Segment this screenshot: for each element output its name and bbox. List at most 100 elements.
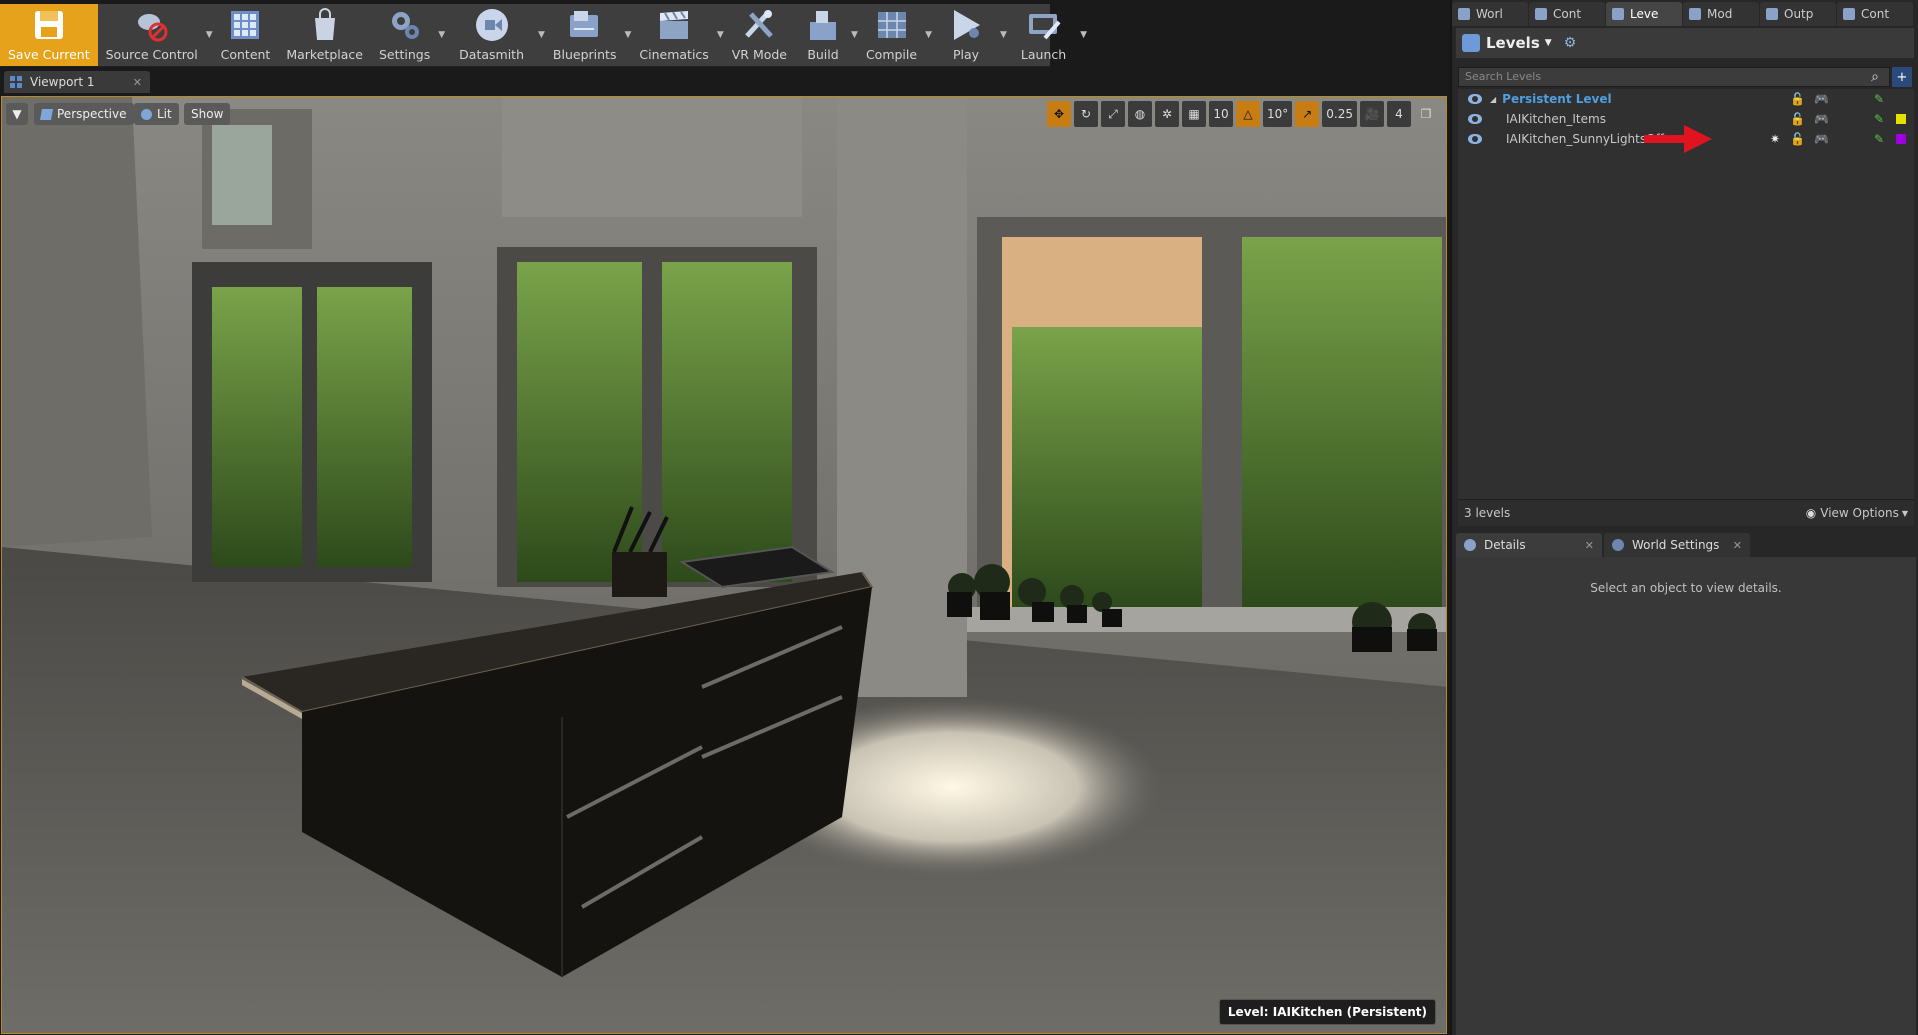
source-control-dropdown[interactable]: ▼ [206,4,213,66]
levels-footer: 3 levels ◉ View Options ▼ [1458,499,1914,526]
source-control-button[interactable]: Source Control [98,4,206,66]
viewport-grid-icon [10,76,22,88]
right-panel: Worl Cont Leve Mod Outp Cont Levels ▼ ⚙ … [1452,0,1918,1035]
chevron-down-icon: ▼ [1901,508,1908,518]
play-button[interactable]: Play [932,4,1000,66]
grid-snap-icon[interactable]: ▦ [1182,101,1206,127]
kitchen-scene-render [2,97,1446,1033]
modes-icon [1689,8,1701,20]
maximize-viewport-icon[interactable]: ❐ [1414,101,1438,127]
viewport-tab-label: Viewport 1 [30,75,95,89]
level-viewport[interactable]: ▼ Perspective Lit Show ✥ ↻ ⤢ ◍ ✲ ▦ 10 △ … [1,96,1447,1034]
scale-snap-icon[interactable]: ↗ [1295,101,1320,127]
gamepad-icon[interactable]: 🎮 [1814,132,1829,146]
unlock-icon[interactable]: 🔓 [1790,112,1805,126]
world-outliner-icon [1458,8,1470,20]
world-local-icon[interactable]: ◍ [1128,101,1152,127]
show-button[interactable]: Show [184,103,231,125]
vr-mode-button[interactable]: VR Mode [724,4,795,66]
level-name: Persistent Level [1502,92,1612,106]
level-color-swatch[interactable] [1896,114,1906,124]
clapperboard-icon [654,6,694,44]
pencil-icon[interactable]: ✎ [1874,112,1884,126]
compile-button[interactable]: Compile [858,4,925,66]
cinematics-label: Cinematics [639,47,709,62]
rotation-snap-value[interactable]: 10° [1263,101,1293,127]
translate-icon[interactable]: ✥ [1047,101,1071,127]
unlock-icon[interactable]: 🔓 [1790,92,1805,106]
visibility-eye-icon[interactable] [1468,94,1482,104]
level-color-swatch[interactable] [1896,134,1906,144]
cinematics-dropdown[interactable]: ▼ [717,4,724,66]
lit-button[interactable]: Lit [134,103,179,125]
current-level-label: Level: IAIKitchen (Persistent) [1218,999,1436,1025]
content-button[interactable]: Content [213,4,279,66]
gamepad-icon[interactable]: 🎮 [1814,92,1829,106]
camera-speed-icon[interactable]: 🎥 [1360,101,1384,127]
launch-button[interactable]: Launch [1007,4,1080,66]
expand-arrow-icon[interactable]: ◢ [1490,95,1496,104]
rotation-snap-icon[interactable]: △ [1236,101,1260,127]
unlock-icon[interactable]: 🔓 [1790,132,1805,146]
level-row-persistent[interactable]: ◢ Persistent Level 🔓 🎮 ✎ [1458,89,1914,109]
datasmith-dropdown[interactable]: ▼ [538,4,545,66]
settings-dropdown[interactable]: ▼ [438,4,445,66]
close-icon[interactable]: ✕ [1585,539,1594,552]
level-name: IAIKitchen_SunnyLightsOff [1506,132,1664,146]
blueprints-dropdown[interactable]: ▼ [624,4,631,66]
tab-content-browser[interactable]: Cont [1529,2,1605,26]
levels-icon [1462,34,1480,52]
lighting-scenario-icon[interactable]: ✷ [1770,132,1780,146]
source-control-label: Source Control [105,47,198,62]
launch-dropdown[interactable]: ▼ [1080,4,1087,66]
level-row-sunny-lights-off[interactable]: IAIKitchen_SunnyLightsOff ✷ 🔓 🎮 ✎ [1458,125,1914,153]
save-current-button[interactable]: Save Current [0,4,98,66]
save-disk-icon [29,6,69,44]
perspective-button[interactable]: Perspective [34,103,134,125]
tab-viewport-1[interactable]: Viewport 1 ✕ [4,71,150,93]
blueprints-button[interactable]: Blueprints [545,4,625,66]
tab-details[interactable]: Details ✕ [1456,533,1602,557]
output-log-icon [1766,8,1778,20]
marketplace-button[interactable]: Marketplace [278,4,371,66]
search-levels-input[interactable]: Search Levels [1458,67,1890,87]
tab-label: Cont [1861,7,1890,21]
surface-snap-icon[interactable]: ✲ [1155,101,1179,127]
search-icon[interactable]: ⌕ [1864,67,1886,87]
viewport-options-dropdown[interactable]: ▼ [6,103,28,125]
cinematics-button[interactable]: Cinematics [631,4,716,66]
tab-modes[interactable]: Mod [1683,2,1759,26]
view-options-button[interactable]: ◉ View Options ▼ [1806,506,1908,520]
save-current-label: Save Current [8,47,90,62]
chevron-down-icon: ▼ [1544,38,1552,48]
scale-snap-value[interactable]: 0.25 [1322,101,1357,127]
tab-world-settings[interactable]: World Settings ✕ [1604,533,1750,557]
tab-label: Mod [1707,7,1733,21]
close-icon[interactable]: ✕ [1733,539,1742,552]
summon-level-details-icon[interactable]: ⚙ [1564,35,1577,51]
tab-world-outliner[interactable]: Worl [1452,2,1528,26]
tab-output-log[interactable]: Outp [1760,2,1836,26]
add-level-button[interactable]: + [1892,67,1912,87]
build-button[interactable]: Build [795,4,851,66]
settings-button[interactable]: Settings [371,4,438,66]
levels-menu-header[interactable]: Levels ▼ ⚙ [1456,28,1914,58]
pencil-icon[interactable]: ✎ [1874,92,1884,106]
rotate-icon[interactable]: ↻ [1074,101,1098,127]
datasmith-button[interactable]: Datasmith [445,4,538,66]
globe-icon [1612,539,1624,551]
compile-dropdown[interactable]: ▼ [925,4,932,66]
scale-icon[interactable]: ⤢ [1101,101,1125,127]
visibility-eye-icon[interactable] [1468,134,1482,144]
close-icon[interactable]: ✕ [133,76,142,89]
build-dropdown[interactable]: ▼ [851,4,858,66]
tab-levels[interactable]: Leve [1606,2,1682,26]
play-dropdown[interactable]: ▼ [1000,4,1007,66]
pencil-icon[interactable]: ✎ [1874,132,1884,146]
tab-content-browser-2[interactable]: Cont [1837,2,1913,26]
visibility-eye-icon[interactable] [1468,114,1482,124]
camera-speed-value[interactable]: 4 [1387,101,1411,127]
grid-snap-value[interactable]: 10 [1209,101,1233,127]
gamepad-icon[interactable]: 🎮 [1814,112,1829,126]
details-panel: Select an object to view details. [1456,557,1916,1035]
